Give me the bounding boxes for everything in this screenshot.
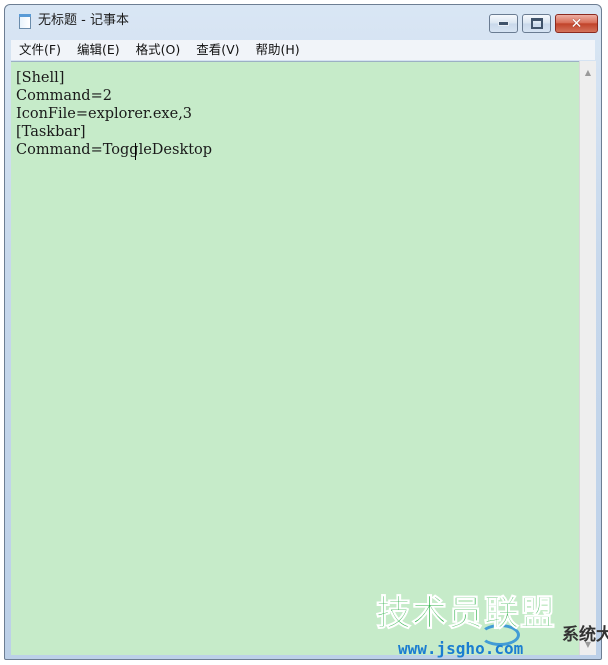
- maximize-icon: [530, 18, 543, 29]
- notepad-window: 无标题 - 记事本 ✕ 文件(F) 编辑(E) 格式(O) 查看(V) 帮助(H…: [4, 4, 602, 660]
- minimize-button[interactable]: [489, 14, 518, 33]
- vertical-scrollbar[interactable]: ▲ ▼: [579, 61, 596, 655]
- text-line: IconFile=explorer.exe,3: [16, 106, 193, 122]
- text-line: Command=ToggleDesktop: [16, 142, 213, 158]
- menu-format[interactable]: 格式(O): [134, 41, 183, 59]
- text-line: Command=2: [16, 88, 112, 104]
- text-line: [Shell]: [16, 70, 65, 86]
- site-watermark: 技术员联盟 系统大全 www.jsgho.com: [375, 594, 608, 662]
- close-button[interactable]: ✕: [555, 14, 598, 33]
- text-line: [Taskbar]: [16, 124, 86, 140]
- menu-view[interactable]: 查看(V): [194, 41, 241, 59]
- watermark-main-text: 技术员联盟: [375, 594, 557, 635]
- window-title: 无标题 - 记事本: [38, 13, 129, 28]
- scroll-up-icon[interactable]: ▲: [580, 64, 596, 80]
- menu-help[interactable]: 帮助(H): [254, 41, 302, 59]
- text-caret: [135, 143, 136, 160]
- maximize-button[interactable]: [522, 14, 551, 33]
- notepad-app-icon[interactable]: [19, 14, 31, 29]
- watermark-side-text: 系统大全: [562, 625, 608, 645]
- title-bar[interactable]: 无标题 - 记事本 ✕: [5, 5, 601, 37]
- menu-bar: 文件(F) 编辑(E) 格式(O) 查看(V) 帮助(H): [11, 40, 595, 60]
- minimize-icon: [498, 21, 509, 26]
- close-icon: ✕: [570, 15, 583, 32]
- text-editor-area[interactable]: [Shell] Command=2 IconFile=explorer.exe,…: [11, 61, 579, 655]
- watermark-url: www.jsgho.com: [398, 639, 524, 658]
- menu-file[interactable]: 文件(F): [17, 41, 63, 59]
- menu-edit[interactable]: 编辑(E): [75, 41, 122, 59]
